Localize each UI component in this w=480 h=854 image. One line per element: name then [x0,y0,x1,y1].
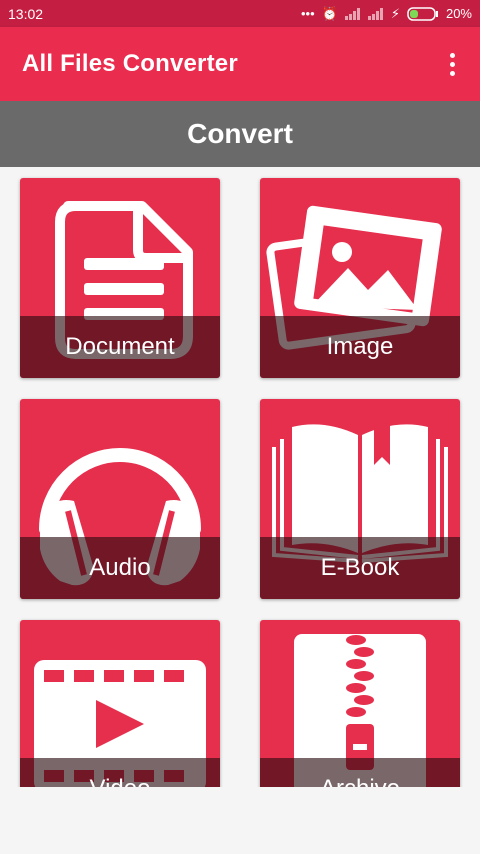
tile-label-bar: Video [20,758,220,787]
bottom-area [0,787,480,854]
tile-label-bar: E-Book [260,537,460,599]
convert-grid: Document Image Audio E-Book [0,167,480,787]
status-time: 13:02 [8,5,44,22]
battery-level: 20% [445,6,472,21]
tile-ebook[interactable]: E-Book [260,399,460,599]
tile-label-bar: Document [20,316,220,378]
signal-icon [344,7,360,20]
tile-label: Archive [320,775,400,787]
tile-label-bar: Image [260,316,460,378]
tile-video[interactable]: Video [20,620,220,787]
signal-2-icon [367,7,383,20]
tile-label: Video [90,775,151,787]
tile-label: E-Book [320,554,400,581]
battery-icon [407,6,438,21]
more-notifications-icon: ••• [300,6,315,21]
tile-archive[interactable]: Archive [260,620,460,787]
tile-label-bar: Audio [20,537,220,599]
tile-document[interactable]: Document [20,178,220,378]
tile-image[interactable]: Image [260,178,460,378]
charging-icon: ⚡ [390,5,400,21]
section-title: Convert [187,118,293,149]
app-bar: All Files Converter [0,27,480,101]
app-title: All Files Converter [22,50,238,77]
tile-label-bar: Archive [260,758,460,787]
tile-label: Document [65,333,175,360]
tile-label: Image [326,333,394,360]
alarm-icon: ⏰ [321,5,338,21]
status-icons: ••• ⏰ ⚡ 20% [301,6,472,22]
section-header: Convert [0,101,480,167]
tile-label: Audio [89,554,151,581]
tile-audio[interactable]: Audio [20,399,220,599]
status-bar: 13:02 ••• ⏰ ⚡ 20% [0,0,480,27]
more-vert-icon[interactable] [440,44,464,84]
